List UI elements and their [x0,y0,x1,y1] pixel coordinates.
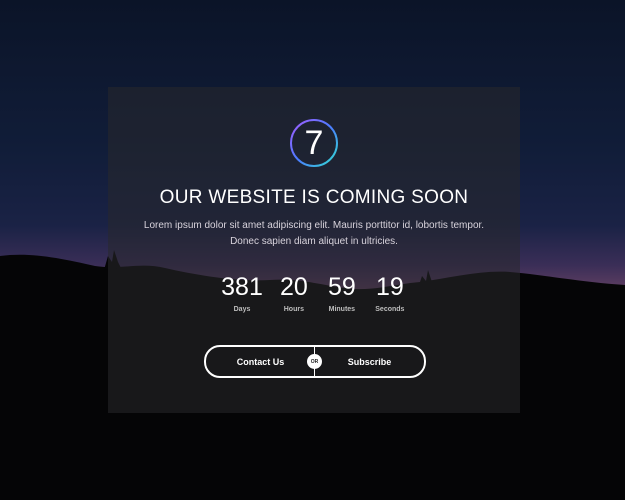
subscribe-button[interactable]: Subscribe [315,347,424,376]
countdown-value: 19 [375,273,404,301]
countdown-days: 381 Days [221,273,263,313]
countdown-seconds: 19 Seconds [373,273,407,313]
description-text: Lorem ipsum dolor sit amet adipiscing el… [143,220,485,247]
countdown-hours: 20 Hours [277,273,311,313]
logo-number: 7 [304,124,324,162]
countdown-value: 20 [279,273,308,301]
countdown-label: Minutes [328,306,356,313]
or-badge: OR [307,354,322,369]
countdown-timer: 381 Days 20 Hours 59 Minutes 19 Seconds [108,273,520,313]
countdown-minutes: 59 Minutes [325,273,359,313]
countdown-label: Seconds [375,306,405,313]
countdown-label: Days [233,306,251,313]
page-title: OUR WEBSITE IS COMING SOON [159,187,469,208]
countdown-label: Hours [283,306,304,313]
countdown-value: 381 [221,273,263,301]
contact-us-button[interactable]: Contact Us [206,347,315,376]
action-button-group: Contact Us Subscribe OR [204,345,426,378]
countdown-value: 59 [327,273,356,301]
coming-soon-panel: 7 OUR WEBSITE IS COMING SOON Lorem ipsum… [108,87,520,413]
